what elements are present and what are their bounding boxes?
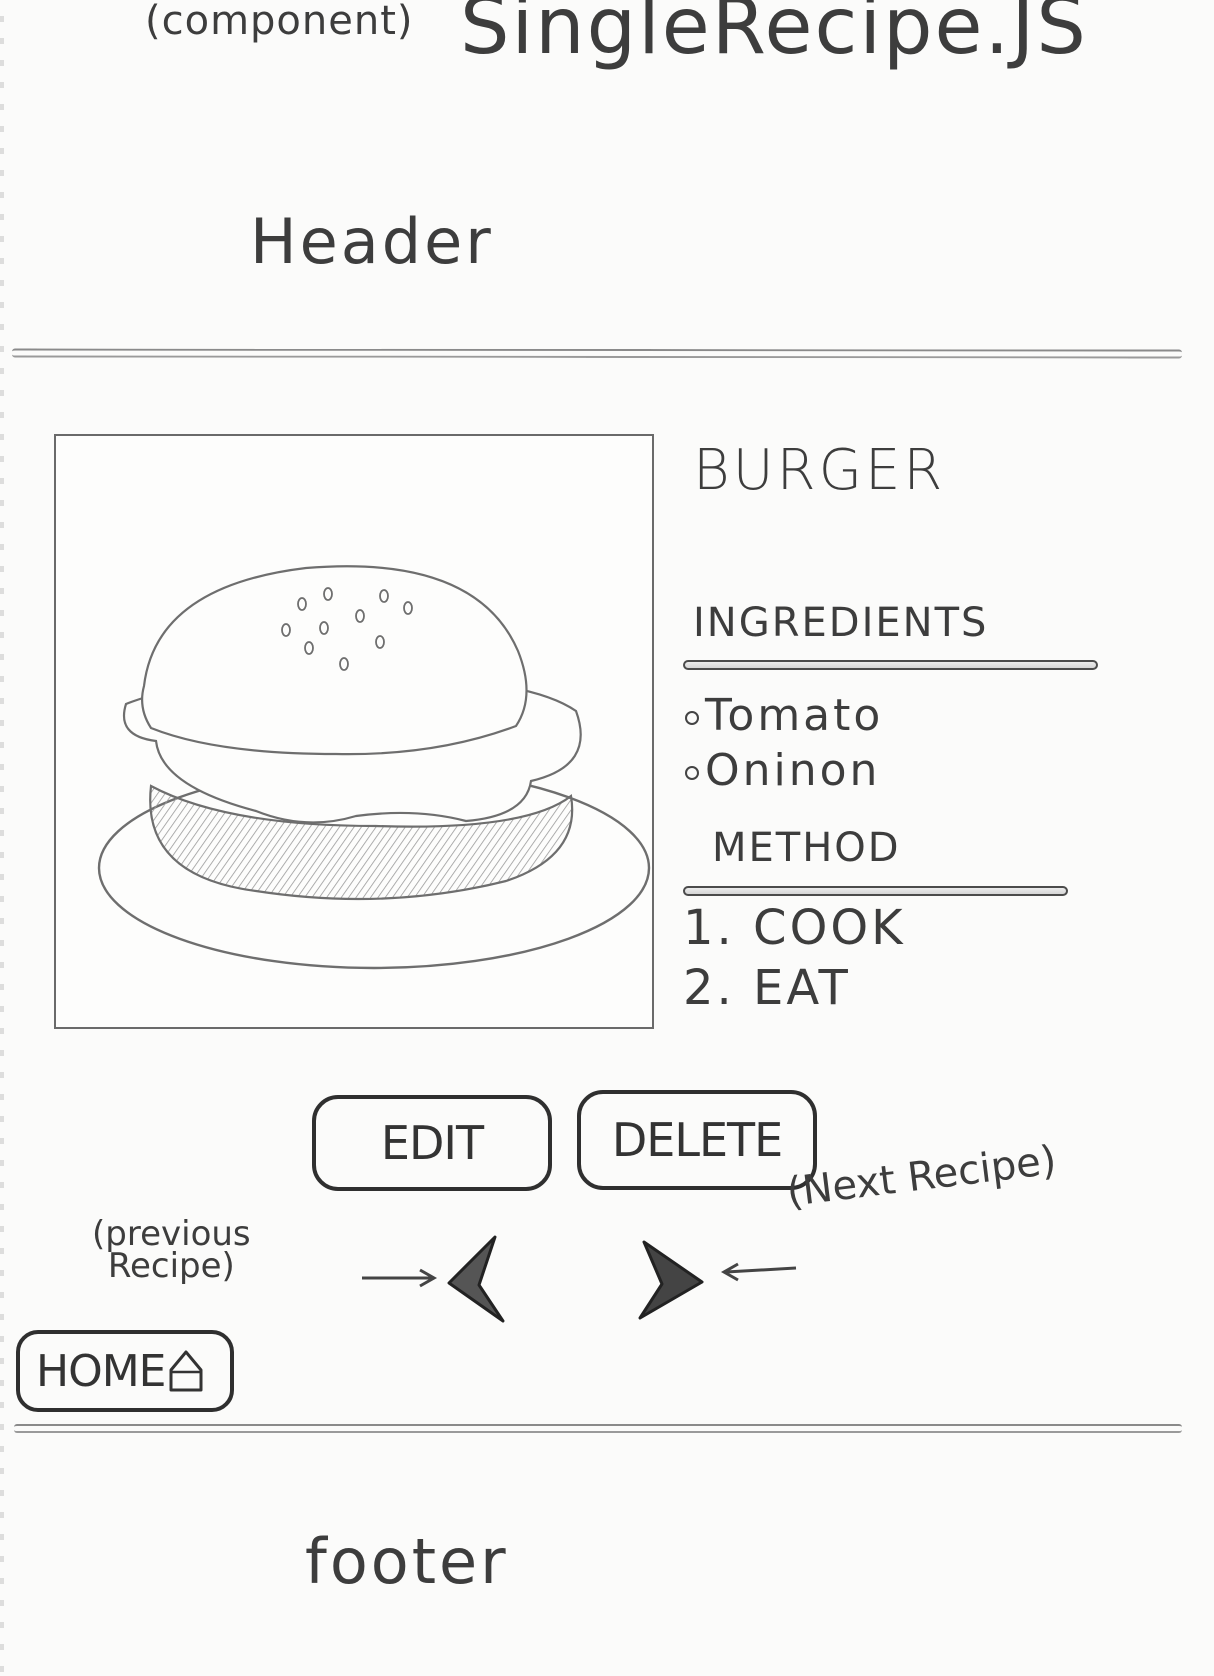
home-icon bbox=[169, 1350, 203, 1392]
method-underline bbox=[683, 886, 1068, 896]
burger-illustration bbox=[97, 565, 651, 970]
footer-divider bbox=[14, 1424, 1182, 1433]
annotation-line: Recipe) bbox=[107, 1246, 235, 1286]
edit-button[interactable]: EDIT bbox=[312, 1095, 552, 1191]
chevron-right-icon bbox=[638, 1240, 704, 1320]
method-heading: METHOD bbox=[712, 825, 901, 871]
bullet-icon bbox=[685, 711, 699, 725]
recipe-image bbox=[54, 434, 654, 1029]
method-step: 2. EAT bbox=[683, 960, 851, 1016]
component-title: SingleRecipe.JS bbox=[460, 0, 1088, 72]
home-button[interactable]: HOME bbox=[16, 1330, 234, 1412]
ingredient-label: Oninon bbox=[705, 745, 881, 796]
ingredient-item: Oninon bbox=[685, 745, 880, 796]
chevron-left-icon bbox=[447, 1235, 505, 1323]
bullet-icon bbox=[685, 766, 699, 780]
next-recipe-button[interactable] bbox=[636, 1240, 706, 1320]
page-margin bbox=[0, 0, 4, 1676]
home-label: HOME bbox=[36, 1345, 166, 1397]
ingredient-item: Tomato bbox=[685, 690, 883, 741]
header-divider bbox=[11, 348, 1183, 359]
next-recipe-annotation: (Next Recipe) bbox=[784, 1137, 1059, 1216]
arrow-right-icon bbox=[362, 1268, 438, 1288]
header: Header bbox=[250, 205, 494, 278]
ingredients-heading: INGREDIENTS bbox=[693, 600, 989, 646]
arrow-left-icon bbox=[720, 1262, 797, 1282]
previous-recipe-annotation: (previous Recipe) bbox=[92, 1217, 251, 1286]
footer: footer bbox=[305, 1525, 509, 1598]
delete-button[interactable]: DELETE bbox=[577, 1090, 817, 1190]
previous-recipe-button[interactable] bbox=[445, 1235, 511, 1325]
ingredients-underline bbox=[683, 660, 1098, 670]
method-step: 1. COOK bbox=[683, 900, 906, 956]
recipe-title: BURGER bbox=[693, 438, 946, 503]
component-prefix: (component) bbox=[145, 0, 414, 44]
ingredient-label: Tomato bbox=[705, 690, 884, 741]
